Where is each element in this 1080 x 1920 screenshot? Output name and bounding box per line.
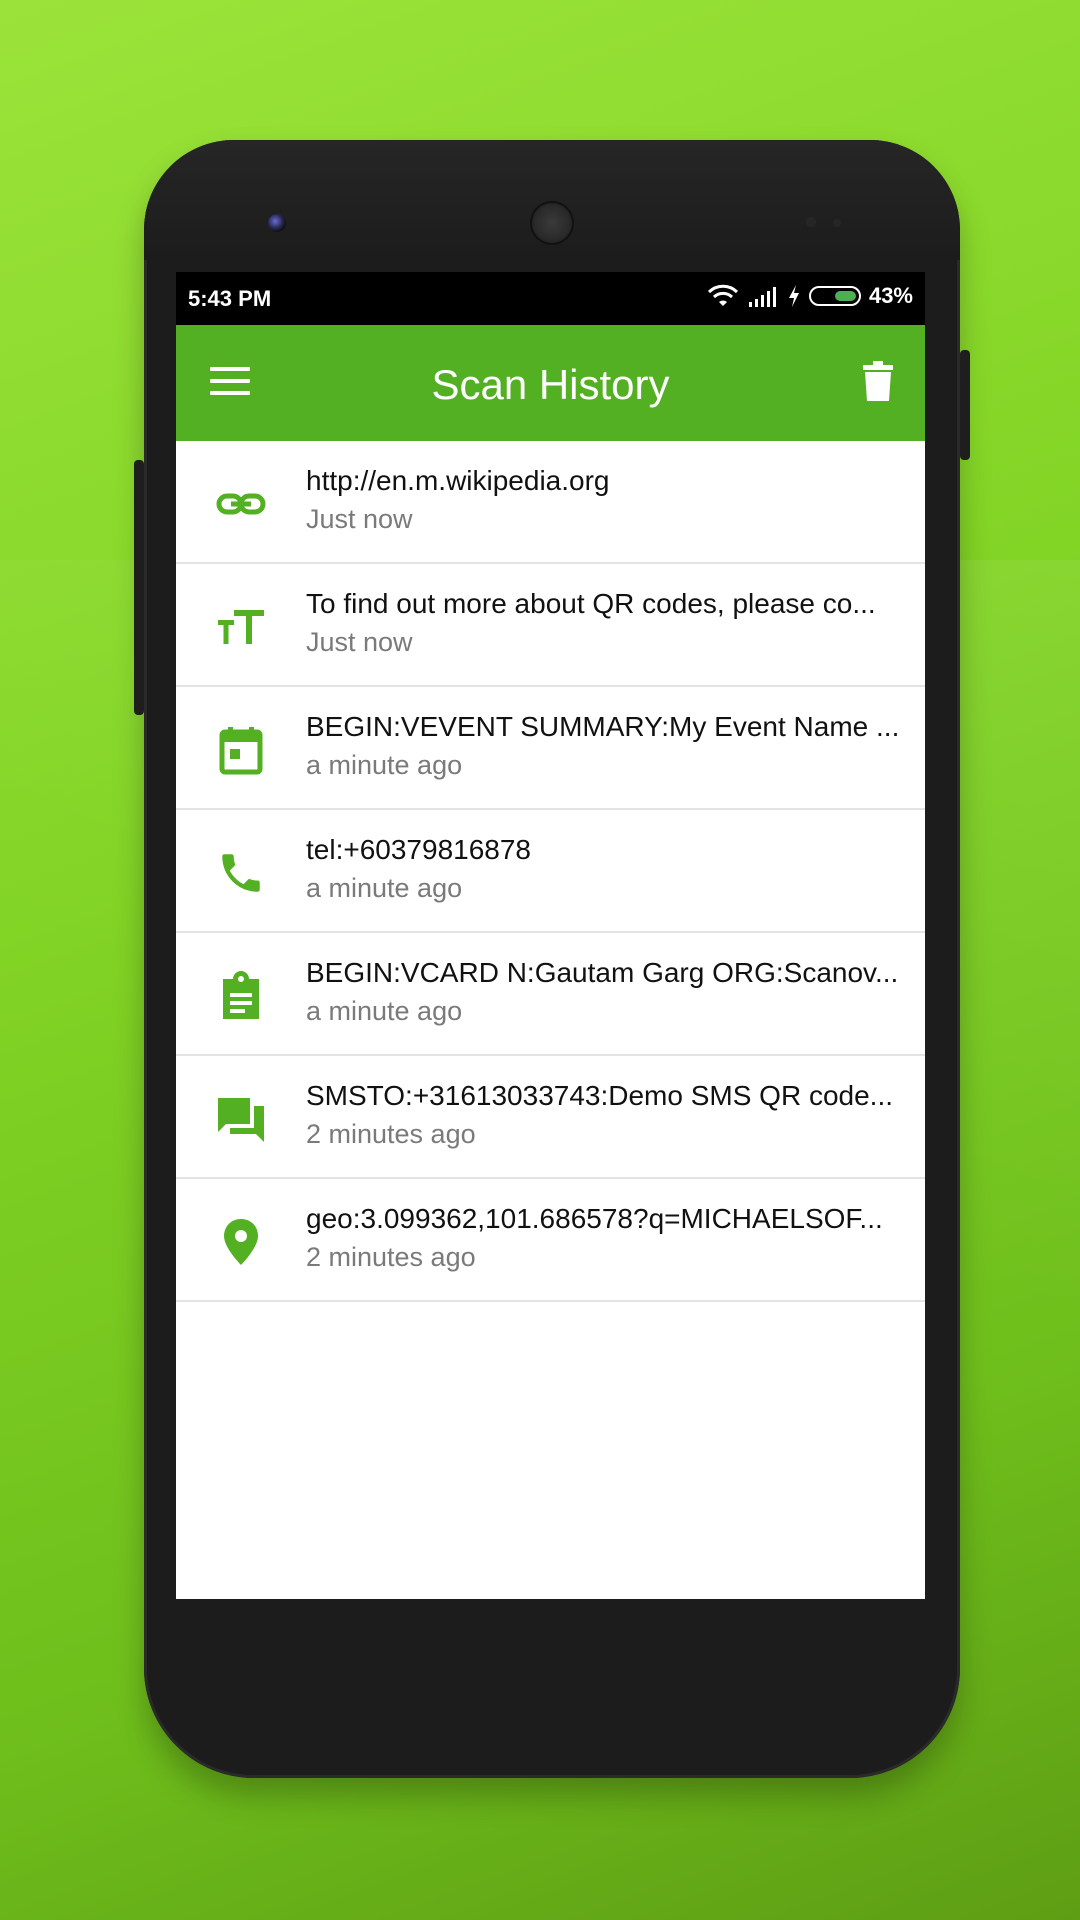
wifi-icon	[707, 284, 739, 306]
item-time: a minute ago	[306, 996, 463, 1026]
proximity-sensor	[806, 217, 816, 227]
app-bar: Scan History	[176, 325, 925, 441]
item-time: a minute ago	[306, 873, 463, 903]
item-time: a minute ago	[306, 750, 463, 780]
battery-level-fill	[835, 291, 856, 301]
item-time: 2 minutes ago	[306, 1242, 476, 1272]
trash-icon[interactable]	[863, 361, 893, 401]
phone-icon	[222, 854, 260, 892]
battery-percent: 43%	[868, 283, 913, 308]
list-item[interactable]: BEGIN:VCARD N:Gautam Garg ORG:Scanov... …	[176, 933, 925, 1056]
status-bar: 5:43 PM 43%	[176, 272, 925, 325]
text-size-icon	[218, 610, 264, 644]
item-title: BEGIN:VEVENT SUMMARY:My Event Name ...	[306, 711, 900, 742]
cellular-signal-icon	[748, 287, 776, 307]
phone-screen: 5:43 PM 43% Scan History http://en.m.wik…	[176, 272, 925, 1599]
front-camera-icon	[268, 214, 286, 232]
page-title: Scan History	[431, 361, 670, 408]
item-title: BEGIN:VCARD N:Gautam Garg ORG:Scanov...	[306, 957, 899, 988]
scan-history-list: http://en.m.wikipedia.org Just now To fi…	[176, 441, 925, 1302]
list-item[interactable]: SMSTO:+31613033743:Demo SMS QR code... 2…	[176, 1056, 925, 1179]
item-title: http://en.m.wikipedia.org	[306, 465, 610, 496]
location-pin-icon	[224, 1219, 258, 1265]
charging-bolt-icon	[788, 285, 799, 307]
list-item[interactable]: tel:+60379816878 a minute ago	[176, 810, 925, 933]
item-time: Just now	[306, 627, 413, 657]
light-sensor	[833, 219, 841, 227]
earpiece-speaker-icon	[532, 203, 572, 243]
list-item[interactable]: geo:3.099362,101.686578?q=MICHAELSOF... …	[176, 1179, 925, 1302]
power-button	[960, 350, 970, 460]
item-title: tel:+60379816878	[306, 834, 531, 865]
list-item[interactable]: http://en.m.wikipedia.org Just now	[176, 441, 925, 564]
sms-icon	[218, 1098, 264, 1142]
volume-button	[134, 460, 144, 715]
item-title: To find out more about QR codes, please …	[306, 588, 876, 619]
status-time: 5:43 PM	[188, 286, 272, 311]
calendar-icon	[219, 727, 263, 775]
list-item[interactable]: BEGIN:VEVENT SUMMARY:My Event Name ... a…	[176, 687, 925, 810]
item-time: Just now	[306, 504, 413, 534]
link-icon	[216, 493, 266, 515]
battery-icon	[808, 286, 861, 306]
contact-card-icon	[223, 971, 259, 1019]
item-title: geo:3.099362,101.686578?q=MICHAELSOF...	[306, 1203, 883, 1234]
item-time: 2 minutes ago	[306, 1119, 476, 1149]
status-icons: 43%	[707, 283, 913, 309]
list-item[interactable]: To find out more about QR codes, please …	[176, 564, 925, 687]
item-title: SMSTO:+31613033743:Demo SMS QR code...	[306, 1080, 894, 1111]
